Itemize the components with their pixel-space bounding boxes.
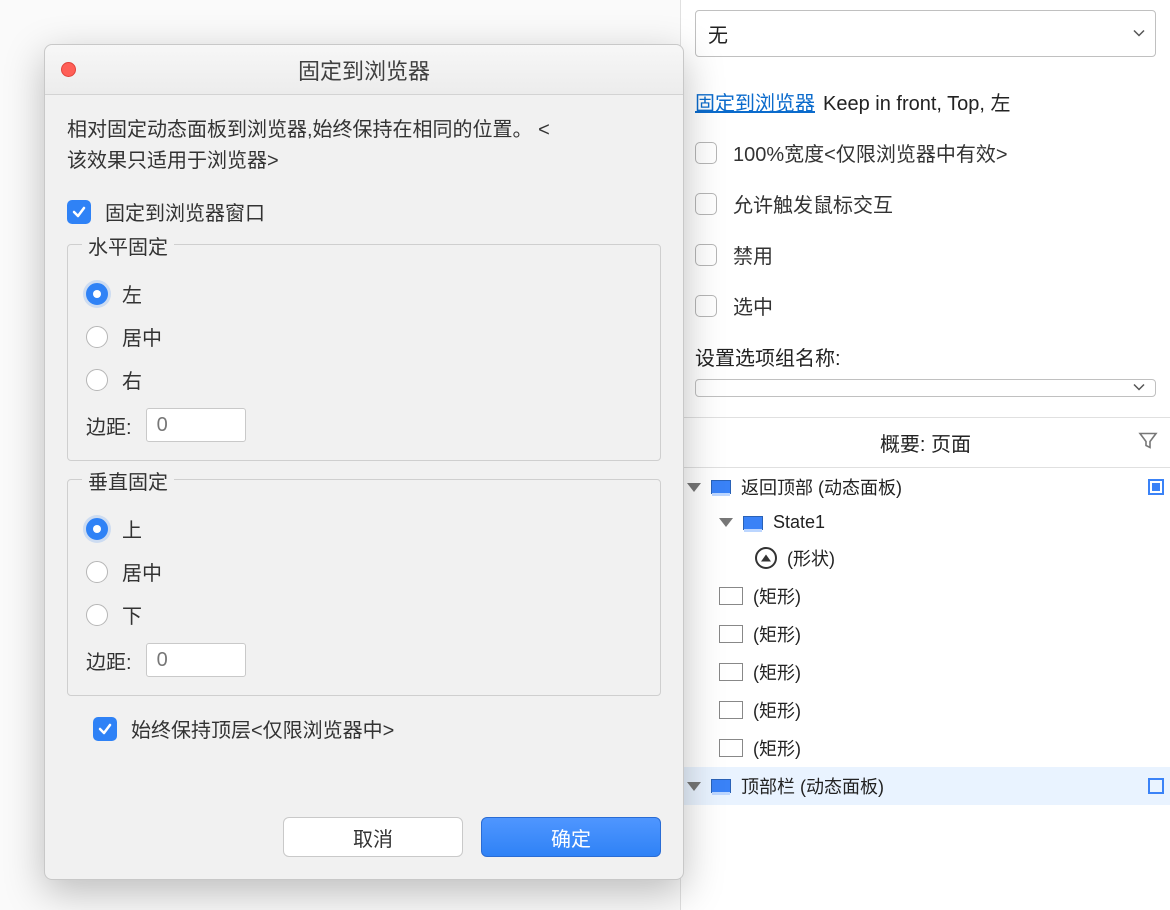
checkbox-mouse-interactions[interactable] [695,193,717,215]
outline-item-back-to-top[interactable]: 返回顶部 (动态面板) [681,468,1170,506]
inspector-panel: 无 固定到浏览器 Keep in front, Top, 左 100%宽度<仅限… [680,0,1170,910]
filter-icon[interactable] [1138,430,1158,455]
dynamic-panel-icon [711,480,731,494]
checkbox-keep-in-front[interactable] [93,717,117,741]
outline-item-state1[interactable]: State1 [681,506,1170,539]
label-horizontal-left: 左 [122,279,142,308]
checkbox-pin-to-browser[interactable] [67,200,91,224]
checkbox-100-width[interactable] [695,142,717,164]
label-keep-in-front: 始终保持顶层<仅限浏览器中> [131,714,394,743]
label-vertical-middle: 居中 [122,557,162,586]
outline-item-rect-1[interactable]: (矩形) [681,577,1170,615]
pin-to-browser-link[interactable]: 固定到浏览器 [695,87,815,116]
outline-label: (形状) [787,545,835,571]
label-selected: 选中 [733,291,773,320]
disclosure-triangle-icon[interactable] [687,483,701,492]
label-pin-to-browser: 固定到浏览器窗口 [105,197,265,226]
outline-label: (矩形) [753,659,801,685]
outline-item-shape[interactable]: (形状) [681,539,1170,577]
outline-label: 顶部栏 (动态面板) [741,773,884,799]
radio-vertical-bottom[interactable] [86,604,108,626]
overview-title: 概要: 页面 [693,428,1158,457]
outline-label: (矩形) [753,735,801,761]
dialog-title: 固定到浏览器 [45,54,683,86]
snapshot-icon [755,547,777,569]
outline-label: (矩形) [753,621,801,647]
label-disabled: 禁用 [733,240,773,269]
rectangle-icon [719,587,743,605]
vertical-pin-fieldset: 垂直固定 上 居中 下 边距: [67,479,661,696]
scroll-select[interactable]: 无 [695,10,1156,57]
radio-horizontal-right[interactable] [86,369,108,391]
vertical-margin-label: 边距: [86,646,132,675]
label-mouse-interactions: 允许触发鼠标交互 [733,189,893,218]
group-name-select[interactable] [695,379,1156,397]
horizontal-margin-input[interactable] [146,408,246,442]
label-100-width: 100%宽度<仅限浏览器中有效> [733,138,1008,167]
disclosure-triangle-icon[interactable] [719,518,733,527]
chevron-down-icon [1133,22,1145,45]
vertical-legend: 垂直固定 [82,466,174,495]
overview-header: 概要: 页面 [681,417,1170,468]
dynamic-panel-icon [711,779,731,793]
label-vertical-top: 上 [122,514,142,543]
outline-label: (矩形) [753,697,801,723]
radio-vertical-middle[interactable] [86,561,108,583]
label-horizontal-right: 右 [122,365,142,394]
checkbox-disabled[interactable] [695,244,717,266]
outline-item-rect-3[interactable]: (矩形) [681,653,1170,691]
outline-item-rect-5[interactable]: (矩形) [681,729,1170,767]
visibility-indicator-icon[interactable] [1148,778,1164,794]
radio-horizontal-left[interactable] [86,283,108,305]
outline-label: State1 [773,512,825,533]
group-name-label: 设置选项组名称: [695,342,1156,371]
scroll-select-value: 无 [708,25,728,47]
vertical-margin-input[interactable] [146,643,246,677]
label-vertical-bottom: 下 [122,600,142,629]
outline-item-top-bar[interactable]: 顶部栏 (动态面板) [681,767,1170,805]
horizontal-pin-fieldset: 水平固定 左 居中 右 边距: [67,244,661,461]
checkbox-selected[interactable] [695,295,717,317]
pin-to-browser-dialog: 固定到浏览器 相对固定动态面板到浏览器,始终保持在相同的位置。 < 该效果只适用… [44,44,684,880]
rectangle-icon [719,739,743,757]
pin-summary-text: Keep in front, Top, 左 [823,87,1011,116]
disclosure-triangle-icon[interactable] [687,782,701,791]
cancel-button[interactable]: 取消 [283,817,463,857]
ok-button[interactable]: 确定 [481,817,661,857]
label-horizontal-center: 居中 [122,322,162,351]
visibility-indicator-icon[interactable] [1148,479,1164,495]
dialog-titlebar[interactable]: 固定到浏览器 [45,45,683,95]
state-icon [743,516,763,530]
horizontal-margin-label: 边距: [86,411,132,440]
outline-item-rect-2[interactable]: (矩形) [681,615,1170,653]
chevron-down-icon [1133,377,1145,400]
dialog-description: 相对固定动态面板到浏览器,始终保持在相同的位置。 < 该效果只适用于浏览器> [67,115,661,177]
radio-vertical-top[interactable] [86,518,108,540]
rectangle-icon [719,625,743,643]
radio-horizontal-center[interactable] [86,326,108,348]
rectangle-icon [719,701,743,719]
outline-label: (矩形) [753,583,801,609]
outline-label: 返回顶部 (动态面板) [741,474,902,500]
rectangle-icon [719,663,743,681]
horizontal-legend: 水平固定 [82,231,174,260]
outline-tree: 返回顶部 (动态面板) State1 (形状) (矩形) (矩形) (矩形) (… [681,468,1170,805]
outline-item-rect-4[interactable]: (矩形) [681,691,1170,729]
